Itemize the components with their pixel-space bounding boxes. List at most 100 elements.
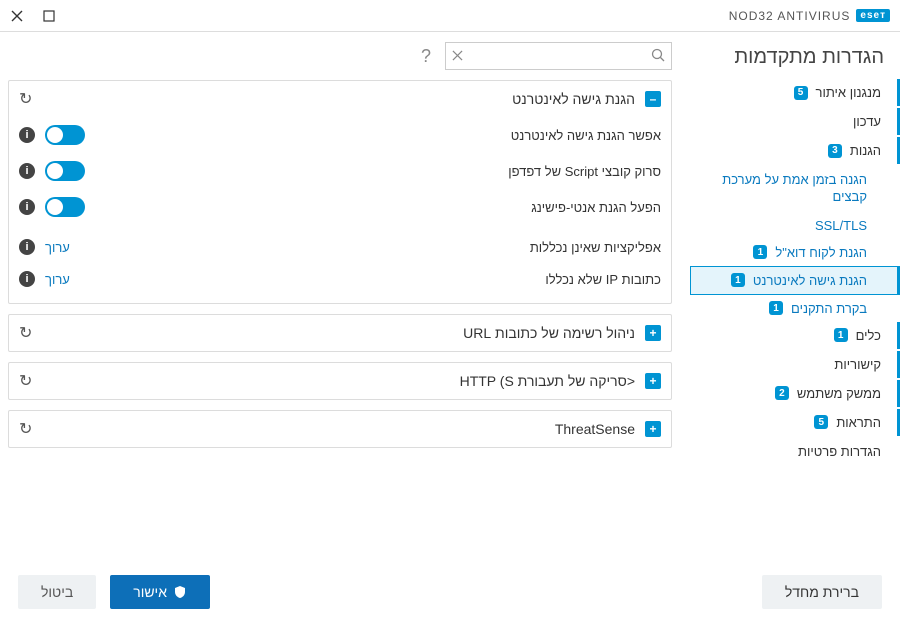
search-icon	[651, 48, 665, 65]
panel-threatsense: + ThreatSense ↻	[8, 410, 672, 448]
sidebar-label: הגנת לקוח דוא"ל	[775, 245, 867, 260]
sidebar-label: ממשק משתמש	[797, 386, 881, 401]
expand-icon: +	[645, 421, 661, 437]
reset-icon[interactable]: ↻	[19, 371, 32, 391]
badge: 1	[731, 273, 745, 287]
sidebar-sub-realtime-fs[interactable]: הגנה בזמן אמת על מערכת קבצים	[690, 166, 900, 212]
brand-badge: eseт	[856, 9, 890, 22]
badge: 5	[814, 415, 828, 429]
sidebar-label: בקרת התקנים	[791, 301, 867, 316]
sidebar: הגדרות מתקדמות מנגנון איתור 5 עדכון הגנו…	[690, 32, 900, 564]
cancel-button[interactable]: ביטול	[18, 575, 96, 609]
panel-header-http-scan[interactable]: + <סריקה של תעבורת HTTP (S ↻	[9, 363, 671, 399]
panel-title: ניהול רשימה של כתובות URL	[42, 325, 635, 341]
sidebar-label: כלים	[856, 328, 881, 343]
panel-url-management: + ניהול רשימה של כתובות URL ↻	[8, 314, 672, 352]
row-enable-web-access: אפשר הגנת גישה לאינטרנט i	[19, 117, 661, 153]
panel-body: אפשר הגנת גישה לאינטרנט i סרוק קובצי Scr…	[9, 117, 671, 303]
row-label: הפעל הגנת אנטי-פישינג	[95, 200, 661, 215]
clear-search-icon[interactable]	[452, 49, 463, 64]
panel-web-access: – הגנת גישה לאינטרנט ↻ אפשר הגנת גישה לא…	[8, 80, 672, 304]
sidebar-label: הגנת גישה לאינטרנט	[753, 273, 867, 288]
maximize-button[interactable]	[42, 9, 56, 23]
sidebar-label: התראות	[836, 415, 881, 430]
sidebar-label: הגדרות פרטיות	[798, 444, 881, 459]
footer-actions: אישור ביטול	[18, 575, 210, 609]
panel-header-web-access[interactable]: – הגנת גישה לאינטרנט ↻	[9, 81, 671, 117]
badge: 1	[769, 301, 783, 315]
reset-icon[interactable]: ↻	[19, 419, 32, 439]
row-enable-antiphishing: הפעל הגנת אנטי-פישינג i	[19, 189, 661, 225]
content: ? – הגנת גישה לאינטרנט ↻ אפשר הגנת גישה …	[0, 32, 690, 564]
button-label: ברירת מחדל	[785, 584, 859, 600]
panel-title: ThreatSense	[42, 421, 635, 437]
sidebar-sub-ssl-tls[interactable]: SSL/TLS	[690, 212, 900, 239]
info-icon[interactable]: i	[19, 163, 35, 179]
badge: 2	[775, 386, 789, 400]
info-icon[interactable]: i	[19, 239, 35, 255]
info-icon[interactable]: i	[19, 199, 35, 215]
badge: 1	[834, 328, 848, 342]
sidebar-sub-email-client[interactable]: הגנת לקוח דוא"ל 1	[690, 239, 900, 266]
toggle-scan-scripts[interactable]	[45, 161, 85, 181]
sidebar-label: SSL/TLS	[815, 218, 867, 233]
badge: 3	[828, 144, 842, 158]
sidebar-item-update[interactable]: עדכון	[690, 108, 900, 135]
brand: eseт NOD32 ANTIVIRUS	[729, 9, 890, 23]
sidebar-item-protections[interactable]: הגנות 3	[690, 137, 900, 164]
sidebar-item-privacy[interactable]: הגדרות פרטיות	[690, 438, 900, 465]
info-icon[interactable]: i	[19, 271, 35, 287]
panel-header-url-management[interactable]: + ניהול רשימה של כתובות URL ↻	[9, 315, 671, 351]
sidebar-item-connectivity[interactable]: קישוריות	[690, 351, 900, 378]
panel-header-threatsense[interactable]: + ThreatSense ↻	[9, 411, 671, 447]
sidebar-label: הגנה בזמן אמת על מערכת קבצים	[706, 172, 867, 206]
sidebar-label: הגנות	[850, 143, 881, 158]
help-icon[interactable]: ?	[417, 46, 435, 67]
default-button[interactable]: ברירת מחדל	[762, 575, 882, 609]
collapse-icon: –	[645, 91, 661, 107]
reset-icon[interactable]: ↻	[19, 323, 32, 343]
ok-button[interactable]: אישור	[110, 575, 210, 609]
panel-title: הגנת גישה לאינטרנט	[42, 91, 635, 107]
panel-http-scan: + <סריקה של תעבורת HTTP (S ↻	[8, 362, 672, 400]
info-icon[interactable]: i	[19, 127, 35, 143]
button-label: ביטול	[41, 584, 73, 600]
page-title: הגדרות מתקדמות	[690, 46, 900, 79]
row-label: כתובות IP שלא נכללו	[80, 272, 661, 287]
main: הגדרות מתקדמות מנגנון איתור 5 עדכון הגנו…	[0, 32, 900, 564]
panel-title: <סריקה של תעבורת HTTP (S	[42, 373, 635, 389]
titlebar: eseт NOD32 ANTIVIRUS	[0, 0, 900, 32]
sidebar-sub-device-control[interactable]: בקרת התקנים 1	[690, 295, 900, 322]
edit-excluded-apps[interactable]: ערוך	[45, 240, 70, 255]
sidebar-label: קישוריות	[834, 357, 881, 372]
row-excluded-ips: כתובות IP שלא נכללו ערוך i	[19, 263, 661, 295]
button-label: אישור	[133, 584, 167, 600]
sidebar-label: עדכון	[853, 114, 881, 129]
expand-icon: +	[645, 373, 661, 389]
reset-icon[interactable]: ↻	[19, 89, 32, 109]
badge: 5	[794, 86, 808, 100]
expand-icon: +	[645, 325, 661, 341]
row-label: אפליקציות שאינן נכללות	[80, 240, 661, 255]
row-scan-browser-scripts: סרוק קובצי Script של דפדפן i	[19, 153, 661, 189]
product-name: NOD32 ANTIVIRUS	[729, 9, 851, 23]
toggle-enable-web-access[interactable]	[45, 125, 85, 145]
close-button[interactable]	[10, 9, 24, 23]
sidebar-item-notifications[interactable]: התראות 5	[690, 409, 900, 436]
shield-icon	[173, 585, 187, 599]
sidebar-item-detection[interactable]: מנגנון איתור 5	[690, 79, 900, 106]
row-label: אפשר הגנת גישה לאינטרנט	[95, 128, 661, 143]
search-box[interactable]	[445, 42, 672, 70]
search-row: ?	[8, 42, 672, 70]
footer: ברירת מחדל אישור ביטול	[0, 564, 900, 620]
row-label: סרוק קובצי Script של דפדפן	[95, 164, 661, 179]
toggle-antiphishing[interactable]	[45, 197, 85, 217]
sidebar-label: מנגנון איתור	[816, 85, 882, 100]
edit-excluded-ips[interactable]: ערוך	[45, 272, 70, 287]
sidebar-sub-web-access[interactable]: הגנת גישה לאינטרנט 1	[690, 266, 900, 295]
sidebar-item-ui[interactable]: ממשק משתמש 2	[690, 380, 900, 407]
sidebar-item-tools[interactable]: כלים 1	[690, 322, 900, 349]
search-input[interactable]	[469, 49, 645, 64]
badge: 1	[753, 245, 767, 259]
window-controls	[10, 9, 56, 23]
